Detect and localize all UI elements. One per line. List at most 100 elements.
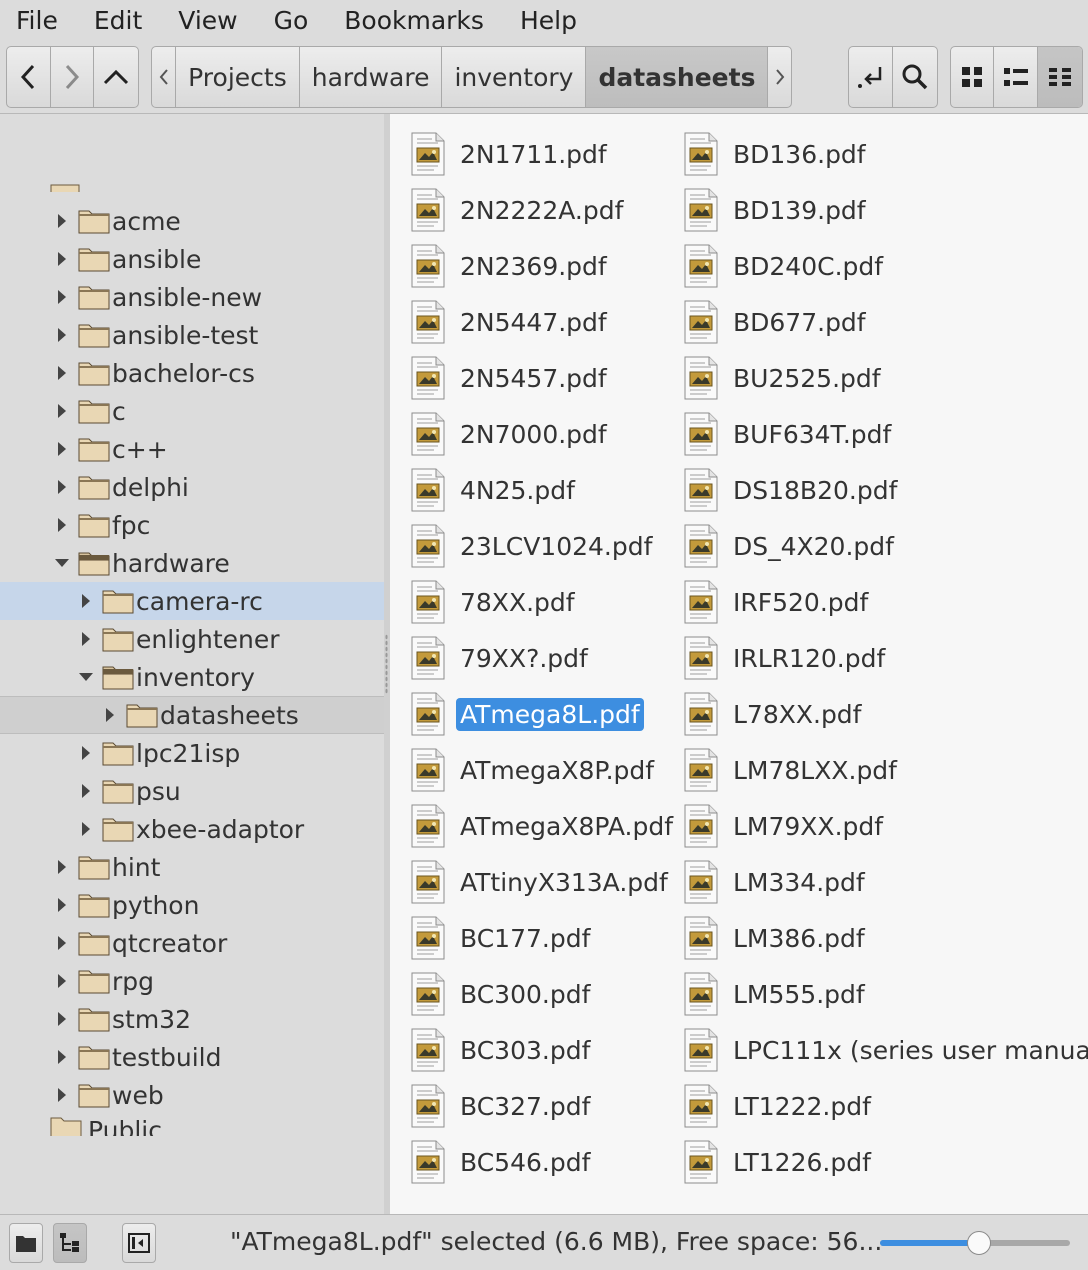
expanded-arrow-icon[interactable]	[78, 669, 94, 685]
file-item[interactable]: LPC111x (series user manual).pdf	[683, 1028, 1088, 1072]
collapsed-arrow-icon[interactable]	[54, 1049, 70, 1065]
file-item[interactable]: BD677.pdf	[683, 300, 870, 344]
file-item[interactable]: BC300.pdf	[410, 972, 594, 1016]
file-item[interactable]: LM386.pdf	[683, 916, 869, 960]
tree-item[interactable]: stm32	[0, 1000, 384, 1038]
tree-item[interactable]: lpc21isp	[0, 734, 384, 772]
file-item[interactable]: 2N2369.pdf	[410, 244, 611, 288]
file-item[interactable]: LM555.pdf	[683, 972, 869, 1016]
collapsed-arrow-icon[interactable]	[54, 897, 70, 913]
file-item[interactable]: BD139.pdf	[683, 188, 870, 232]
file-item[interactable]: ATmegaX8P.pdf	[410, 748, 658, 792]
file-item[interactable]: 79XX?.pdf	[410, 636, 592, 680]
tree-item[interactable]: rpg	[0, 962, 384, 1000]
places-panel-button[interactable]	[9, 1223, 43, 1263]
collapsed-arrow-icon[interactable]	[54, 935, 70, 951]
breadcrumb-scroll-left[interactable]	[152, 47, 177, 107]
file-item[interactable]: L78XX.pdf	[683, 692, 865, 736]
compact-view-button[interactable]	[994, 47, 1038, 107]
breadcrumb-hardware[interactable]: hardware	[300, 47, 443, 107]
tree-item[interactable]: ansible-new	[0, 278, 384, 316]
collapsed-arrow-icon[interactable]	[54, 1011, 70, 1027]
file-item[interactable]: BU2525.pdf	[683, 356, 885, 400]
tree-item[interactable]: c	[0, 392, 384, 430]
file-item[interactable]: LM334.pdf	[683, 860, 869, 904]
tree-item[interactable]: camera-rc	[0, 582, 384, 620]
file-item[interactable]: ATmega8L.pdf	[410, 692, 644, 736]
tree-item[interactable]: enlightener	[0, 620, 384, 658]
file-item[interactable]: DS_4X20.pdf	[683, 524, 898, 568]
up-button[interactable]	[94, 47, 138, 107]
tree-item[interactable]: delphi	[0, 468, 384, 506]
file-item[interactable]: 4N25.pdf	[410, 468, 579, 512]
file-item[interactable]: DS18B20.pdf	[683, 468, 901, 512]
file-item[interactable]: 23LCV1024.pdf	[410, 524, 656, 568]
breadcrumb-projects[interactable]: Projects	[176, 47, 300, 107]
collapsed-arrow-icon[interactable]	[54, 441, 70, 457]
tree-item[interactable]: ansible-test	[0, 316, 384, 354]
tree-item[interactable]: web	[0, 1076, 384, 1114]
file-item[interactable]: 2N5457.pdf	[410, 356, 611, 400]
breadcrumb-datasheets[interactable]: datasheets	[586, 47, 769, 107]
tree-item[interactable]: inventory	[0, 658, 384, 696]
file-item[interactable]: BC177.pdf	[410, 916, 594, 960]
zoom-slider[interactable]	[880, 1231, 1070, 1255]
icon-view-button[interactable]	[951, 47, 995, 107]
collapsed-arrow-icon[interactable]	[54, 251, 70, 267]
tree-item[interactable]: bachelor-cs	[0, 354, 384, 392]
tree-item[interactable]: datasheets	[0, 696, 384, 734]
collapsed-arrow-icon[interactable]	[78, 783, 94, 799]
file-item[interactable]: 2N1711.pdf	[410, 132, 611, 176]
menu-file[interactable]: File	[0, 0, 76, 42]
splitter-grip[interactable]	[385, 634, 388, 694]
collapsed-arrow-icon[interactable]	[54, 289, 70, 305]
breadcrumb-inventory[interactable]: inventory	[442, 47, 587, 107]
file-item[interactable]: BC327.pdf	[410, 1084, 594, 1128]
collapsed-arrow-icon[interactable]	[54, 365, 70, 381]
menu-bookmarks[interactable]: Bookmarks	[326, 0, 502, 42]
collapsed-arrow-icon[interactable]	[78, 631, 94, 647]
menu-go[interactable]: Go	[256, 0, 327, 42]
collapsed-arrow-icon[interactable]	[78, 821, 94, 837]
expanded-arrow-icon[interactable]	[54, 555, 70, 571]
collapsed-arrow-icon[interactable]	[54, 517, 70, 533]
file-item[interactable]: BC546.pdf	[410, 1140, 594, 1184]
collapsed-arrow-icon[interactable]	[54, 327, 70, 343]
tree-item[interactable]: qtcreator	[0, 924, 384, 962]
tree-item[interactable]: psu	[0, 772, 384, 810]
file-item[interactable]: IRLR120.pdf	[683, 636, 889, 680]
file-item[interactable]: BD136.pdf	[683, 132, 870, 176]
file-item[interactable]: IRF520.pdf	[683, 580, 872, 624]
tree-item[interactable]: xbee-adaptor	[0, 810, 384, 848]
collapsed-arrow-icon[interactable]	[102, 707, 118, 723]
file-item[interactable]: BC303.pdf	[410, 1028, 594, 1072]
zoom-slider-handle[interactable]	[967, 1231, 991, 1255]
file-item[interactable]: BUF634T.pdf	[683, 412, 895, 456]
file-item[interactable]: LT1222.pdf	[683, 1084, 875, 1128]
breadcrumb-scroll-right[interactable]	[768, 47, 791, 107]
file-item[interactable]: 2N2222A.pdf	[410, 188, 627, 232]
collapsed-arrow-icon[interactable]	[54, 973, 70, 989]
collapsed-arrow-icon[interactable]	[78, 593, 94, 609]
collapsed-arrow-icon[interactable]	[54, 1087, 70, 1103]
file-item[interactable]: 2N7000.pdf	[410, 412, 611, 456]
file-item[interactable]: ATmegaX8PA.pdf	[410, 804, 677, 848]
file-item[interactable]: ATtinyX313A.pdf	[410, 860, 672, 904]
file-item[interactable]: 78XX.pdf	[410, 580, 579, 624]
tree-item[interactable]: c++	[0, 430, 384, 468]
folder-tree[interactable]: acme ansible ansible-new ansible-test bachel…	[0, 114, 384, 1214]
menu-edit[interactable]: Edit	[76, 0, 160, 42]
tree-item[interactable]: acme	[0, 202, 384, 240]
detailed-view-button[interactable]	[1037, 47, 1082, 107]
tree-item[interactable]: hint	[0, 848, 384, 886]
file-item[interactable]: LM79XX.pdf	[683, 804, 887, 848]
menu-view[interactable]: View	[160, 0, 255, 42]
menu-help[interactable]: Help	[502, 0, 595, 42]
file-item[interactable]: LM78LXX.pdf	[683, 748, 901, 792]
tree-item[interactable]: testbuild	[0, 1038, 384, 1076]
file-item[interactable]: LT1226.pdf	[683, 1140, 875, 1184]
file-item[interactable]: 2N5447.pdf	[410, 300, 611, 344]
tree-item[interactable]: ansible	[0, 240, 384, 278]
collapsed-arrow-icon[interactable]	[54, 859, 70, 875]
back-button[interactable]	[7, 47, 51, 107]
